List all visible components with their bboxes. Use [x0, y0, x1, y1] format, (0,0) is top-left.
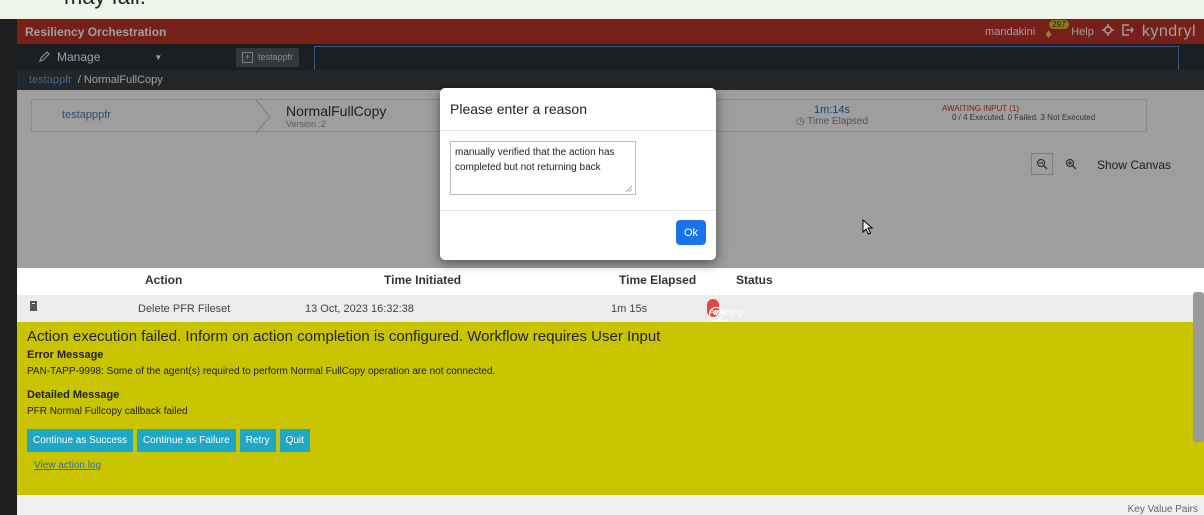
error-message-label: Error Message	[27, 349, 104, 361]
footer-bar: Key Value Pairs	[17, 495, 1204, 515]
document-icon	[30, 301, 37, 311]
status-badge: II Awaiting Input	[707, 299, 743, 327]
table-header: Action Time Initiated Time Elapsed Statu…	[17, 268, 1204, 291]
key-value-pairs-link[interactable]: Key Value Pairs	[1128, 504, 1198, 515]
column-header-time-elapsed[interactable]: Time Elapsed	[619, 273, 696, 287]
dialog-footer: Ok	[440, 211, 716, 259]
action-buttons: Continue as Success Continue as Failure …	[27, 429, 1194, 452]
continue-as-success-button[interactable]: Continue as Success	[27, 429, 133, 452]
column-header-status[interactable]: Status	[736, 273, 773, 287]
cropped-text: may fail.	[64, 0, 146, 10]
table-row[interactable]: Delete PFR Fileset 13 Oct, 2023 16:32:38…	[17, 295, 1204, 327]
browser-top-strip: may fail.	[0, 0, 1204, 19]
detailed-message-text: PFR Normal Fullcopy callback failed	[27, 406, 188, 417]
continue-as-failure-button[interactable]: Continue as Failure	[136, 429, 236, 452]
detailed-message-label: Detailed Message	[27, 389, 120, 401]
ok-button[interactable]: Ok	[676, 220, 706, 245]
quit-button[interactable]: Quit	[279, 429, 310, 452]
row-action: Delete PFR Fileset	[138, 303, 231, 315]
error-panel: Action execution failed. Inform on actio…	[17, 322, 1204, 495]
reason-dialog: Please enter a reason manually verified …	[440, 88, 716, 260]
error-message-text: PAN-TAPP-9998: Some of the agent(s) requ…	[27, 366, 496, 377]
row-time-elapsed: 1m 15s	[611, 303, 648, 315]
column-header-action[interactable]: Action	[145, 273, 182, 287]
dialog-title: Please enter a reason	[440, 88, 716, 131]
dialog-body: manually verified that the action has co…	[440, 131, 716, 211]
error-title: Action execution failed. Inform on actio…	[27, 328, 661, 345]
resize-grip-icon[interactable]	[626, 186, 632, 192]
column-header-time-initiated[interactable]: Time Initiated	[384, 273, 461, 287]
view-action-log-link[interactable]: View action log	[34, 460, 1194, 471]
reason-textarea[interactable]: manually verified that the action has co…	[450, 141, 636, 195]
mouse-cursor-icon	[862, 219, 874, 235]
row-time-initiated: 13 Oct, 2023 16:32:38	[305, 303, 414, 315]
scrollbar-thumb[interactable]	[1193, 292, 1204, 442]
retry-button[interactable]: Retry	[239, 429, 276, 452]
left-edge-bar	[0, 19, 17, 515]
